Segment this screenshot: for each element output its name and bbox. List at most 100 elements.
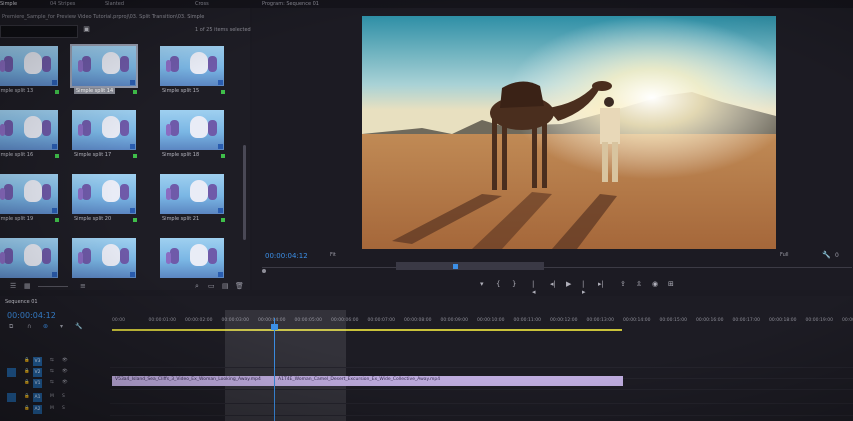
clip-thumbnail[interactable] bbox=[160, 46, 224, 86]
step-back-icon[interactable]: ◂| bbox=[550, 280, 556, 288]
clip-thumbnail[interactable] bbox=[0, 174, 58, 214]
source-patch[interactable] bbox=[7, 393, 16, 402]
list-view-icon[interactable]: ☰ bbox=[10, 282, 16, 290]
lock-icon[interactable]: 🔒 bbox=[24, 358, 30, 363]
new-bin-bottom-icon[interactable]: ▭ bbox=[208, 282, 215, 290]
track-target[interactable]: V1 bbox=[33, 379, 42, 388]
mute-icon[interactable]: M bbox=[50, 394, 54, 399]
work-area-bar[interactable] bbox=[112, 329, 622, 331]
tab-stripes[interactable]: 04 Stripes bbox=[50, 0, 75, 8]
program-timecode[interactable]: 00:00:04:12 bbox=[265, 252, 308, 260]
mute-icon[interactable]: M bbox=[50, 406, 54, 411]
sort-icon[interactable]: ≡ bbox=[80, 282, 86, 290]
source-patch[interactable] bbox=[7, 405, 16, 414]
nest-icon[interactable]: ⧉ bbox=[9, 323, 13, 331]
zoom-fit-select[interactable]: Fit bbox=[330, 252, 336, 258]
icon-view-icon[interactable]: ▦ bbox=[24, 282, 31, 290]
program-video-frame[interactable] bbox=[362, 16, 776, 249]
mark-out-icon[interactable]: } bbox=[512, 280, 516, 288]
program-scrub-bar[interactable] bbox=[262, 262, 852, 273]
track-header[interactable]: 🔒 V3 ⇆ 👁 bbox=[0, 356, 110, 367]
track-row[interactable] bbox=[110, 392, 853, 404]
ruler-tick-label: 00:00:19:00 bbox=[805, 318, 833, 323]
track-header[interactable]: 🔒 V2 ⇆ 👁 bbox=[0, 367, 110, 378]
solo-icon[interactable]: S bbox=[62, 406, 65, 411]
lock-icon[interactable]: 🔒 bbox=[24, 369, 30, 374]
play-icon[interactable]: ▶ bbox=[566, 280, 571, 288]
tab-slanted[interactable]: Slanted bbox=[105, 0, 124, 8]
resolution-select[interactable]: Full bbox=[780, 252, 789, 258]
project-search-input[interactable] bbox=[0, 25, 78, 38]
clip-v1-a[interactable]: V53a4_Island_Sea_Cliffs_3_Video_Ex_Woman… bbox=[112, 376, 274, 386]
project-scrollbar[interactable] bbox=[243, 145, 246, 240]
track-target[interactable]: V3 bbox=[33, 357, 42, 366]
clip-name: Simple split 14 bbox=[74, 88, 116, 94]
source-patch[interactable] bbox=[7, 368, 16, 377]
source-patch[interactable] bbox=[7, 379, 16, 388]
timeline-playhead[interactable] bbox=[271, 324, 278, 330]
clip-thumbnail[interactable] bbox=[0, 110, 58, 150]
go-to-out-icon[interactable]: ▸| bbox=[598, 280, 604, 288]
clip-thumbnail[interactable] bbox=[160, 238, 224, 278]
clip-type-badge bbox=[218, 80, 223, 85]
add-marker-icon[interactable]: ▾ bbox=[480, 280, 484, 288]
sync-lock-icon[interactable]: ⇆ bbox=[50, 358, 54, 363]
clip-thumbnail[interactable] bbox=[0, 46, 58, 86]
clip-type-badge bbox=[130, 144, 135, 149]
ruler-tick-label: 00:00:08:00 bbox=[404, 318, 432, 323]
lock-icon[interactable]: 🔒 bbox=[24, 406, 30, 411]
ruler-tick-label: 00:00:09:00 bbox=[440, 318, 468, 323]
solo-icon[interactable]: S bbox=[62, 394, 65, 399]
linked-selection-icon[interactable]: ⊛ bbox=[43, 323, 48, 330]
track-header[interactable]: 🔒 V1 ⇆ 👁 bbox=[0, 378, 110, 389]
new-item-icon[interactable]: ▤ bbox=[222, 282, 229, 290]
ruler-tick-label: 00:00 bbox=[842, 318, 853, 323]
zoom-slider[interactable] bbox=[38, 286, 68, 287]
scrub-start-handle[interactable] bbox=[262, 269, 266, 273]
mark-in-icon[interactable]: { bbox=[496, 280, 500, 288]
clip-thumbnail[interactable] bbox=[72, 110, 136, 150]
snap-icon[interactable]: ∩ bbox=[27, 323, 31, 330]
tab-cross[interactable]: Cross bbox=[195, 0, 209, 8]
clip-thumbnail[interactable] bbox=[70, 44, 138, 88]
export-frame-icon[interactable]: ◉ bbox=[652, 280, 658, 288]
track-header[interactable]: 🔒 A2 M S bbox=[0, 404, 110, 415]
eye-icon[interactable]: 👁 bbox=[62, 358, 68, 363]
find-icon[interactable]: ⌕ bbox=[195, 282, 199, 291]
track-header[interactable]: 🔒 A1 M S bbox=[0, 392, 110, 403]
eye-icon[interactable]: 👁 bbox=[62, 380, 68, 385]
new-bin-icon[interactable]: ▣ bbox=[82, 25, 91, 33]
sequence-tab[interactable]: Sequence 01 bbox=[5, 299, 38, 305]
step-forward-icon[interactable]: |▸ bbox=[582, 280, 586, 296]
go-to-in-icon[interactable]: |◂ bbox=[532, 280, 536, 296]
time-ruler[interactable]: 00:00 00:00:01:00 00:00:02:00 00:00:03:00 00… bbox=[112, 316, 853, 328]
add-marker-timeline-icon[interactable]: ▾ bbox=[60, 323, 63, 330]
wrench-icon[interactable]: 🔧 bbox=[822, 251, 831, 259]
button-editor-icon[interactable]: ⊞ bbox=[668, 280, 674, 288]
lock-icon[interactable]: 🔒 bbox=[24, 380, 30, 385]
clip-thumbnail[interactable] bbox=[72, 174, 136, 214]
selection-count: 1 of 25 items selected bbox=[195, 27, 251, 33]
trash-icon[interactable]: 🗑 bbox=[235, 282, 244, 290]
eye-icon[interactable]: 👁 bbox=[62, 369, 68, 374]
timeline-timecode[interactable]: 00:00:04:12 bbox=[7, 311, 56, 320]
program-playhead[interactable] bbox=[453, 264, 458, 269]
lift-icon[interactable]: ⇪ bbox=[620, 280, 626, 288]
clip-thumbnail[interactable] bbox=[160, 174, 224, 214]
sync-lock-icon[interactable]: ⇆ bbox=[50, 369, 54, 374]
timeline-settings-icon[interactable]: 🔧 bbox=[75, 323, 82, 330]
clip-thumbnail[interactable] bbox=[160, 110, 224, 150]
track-target[interactable]: A2 bbox=[33, 405, 42, 414]
clip-v1-b[interactable]: A1T4E_Woman_Camel_Desert_Excursion_Ex_Wi… bbox=[275, 376, 623, 386]
sync-lock-icon[interactable]: ⇆ bbox=[50, 380, 54, 385]
tab-program[interactable]: Program: Sequence 01 bbox=[262, 0, 319, 8]
source-patch[interactable] bbox=[7, 357, 16, 366]
track-target[interactable]: V2 bbox=[33, 368, 42, 377]
extract-icon[interactable]: ⇫ bbox=[636, 280, 642, 288]
ruler-tick-label: 00:00:12:00 bbox=[550, 318, 578, 323]
track-target[interactable]: A1 bbox=[33, 393, 42, 402]
clip-thumbnail[interactable] bbox=[0, 238, 58, 278]
lock-icon[interactable]: 🔒 bbox=[24, 394, 30, 399]
clip-thumbnail[interactable] bbox=[72, 238, 136, 278]
track-row[interactable] bbox=[110, 404, 853, 416]
